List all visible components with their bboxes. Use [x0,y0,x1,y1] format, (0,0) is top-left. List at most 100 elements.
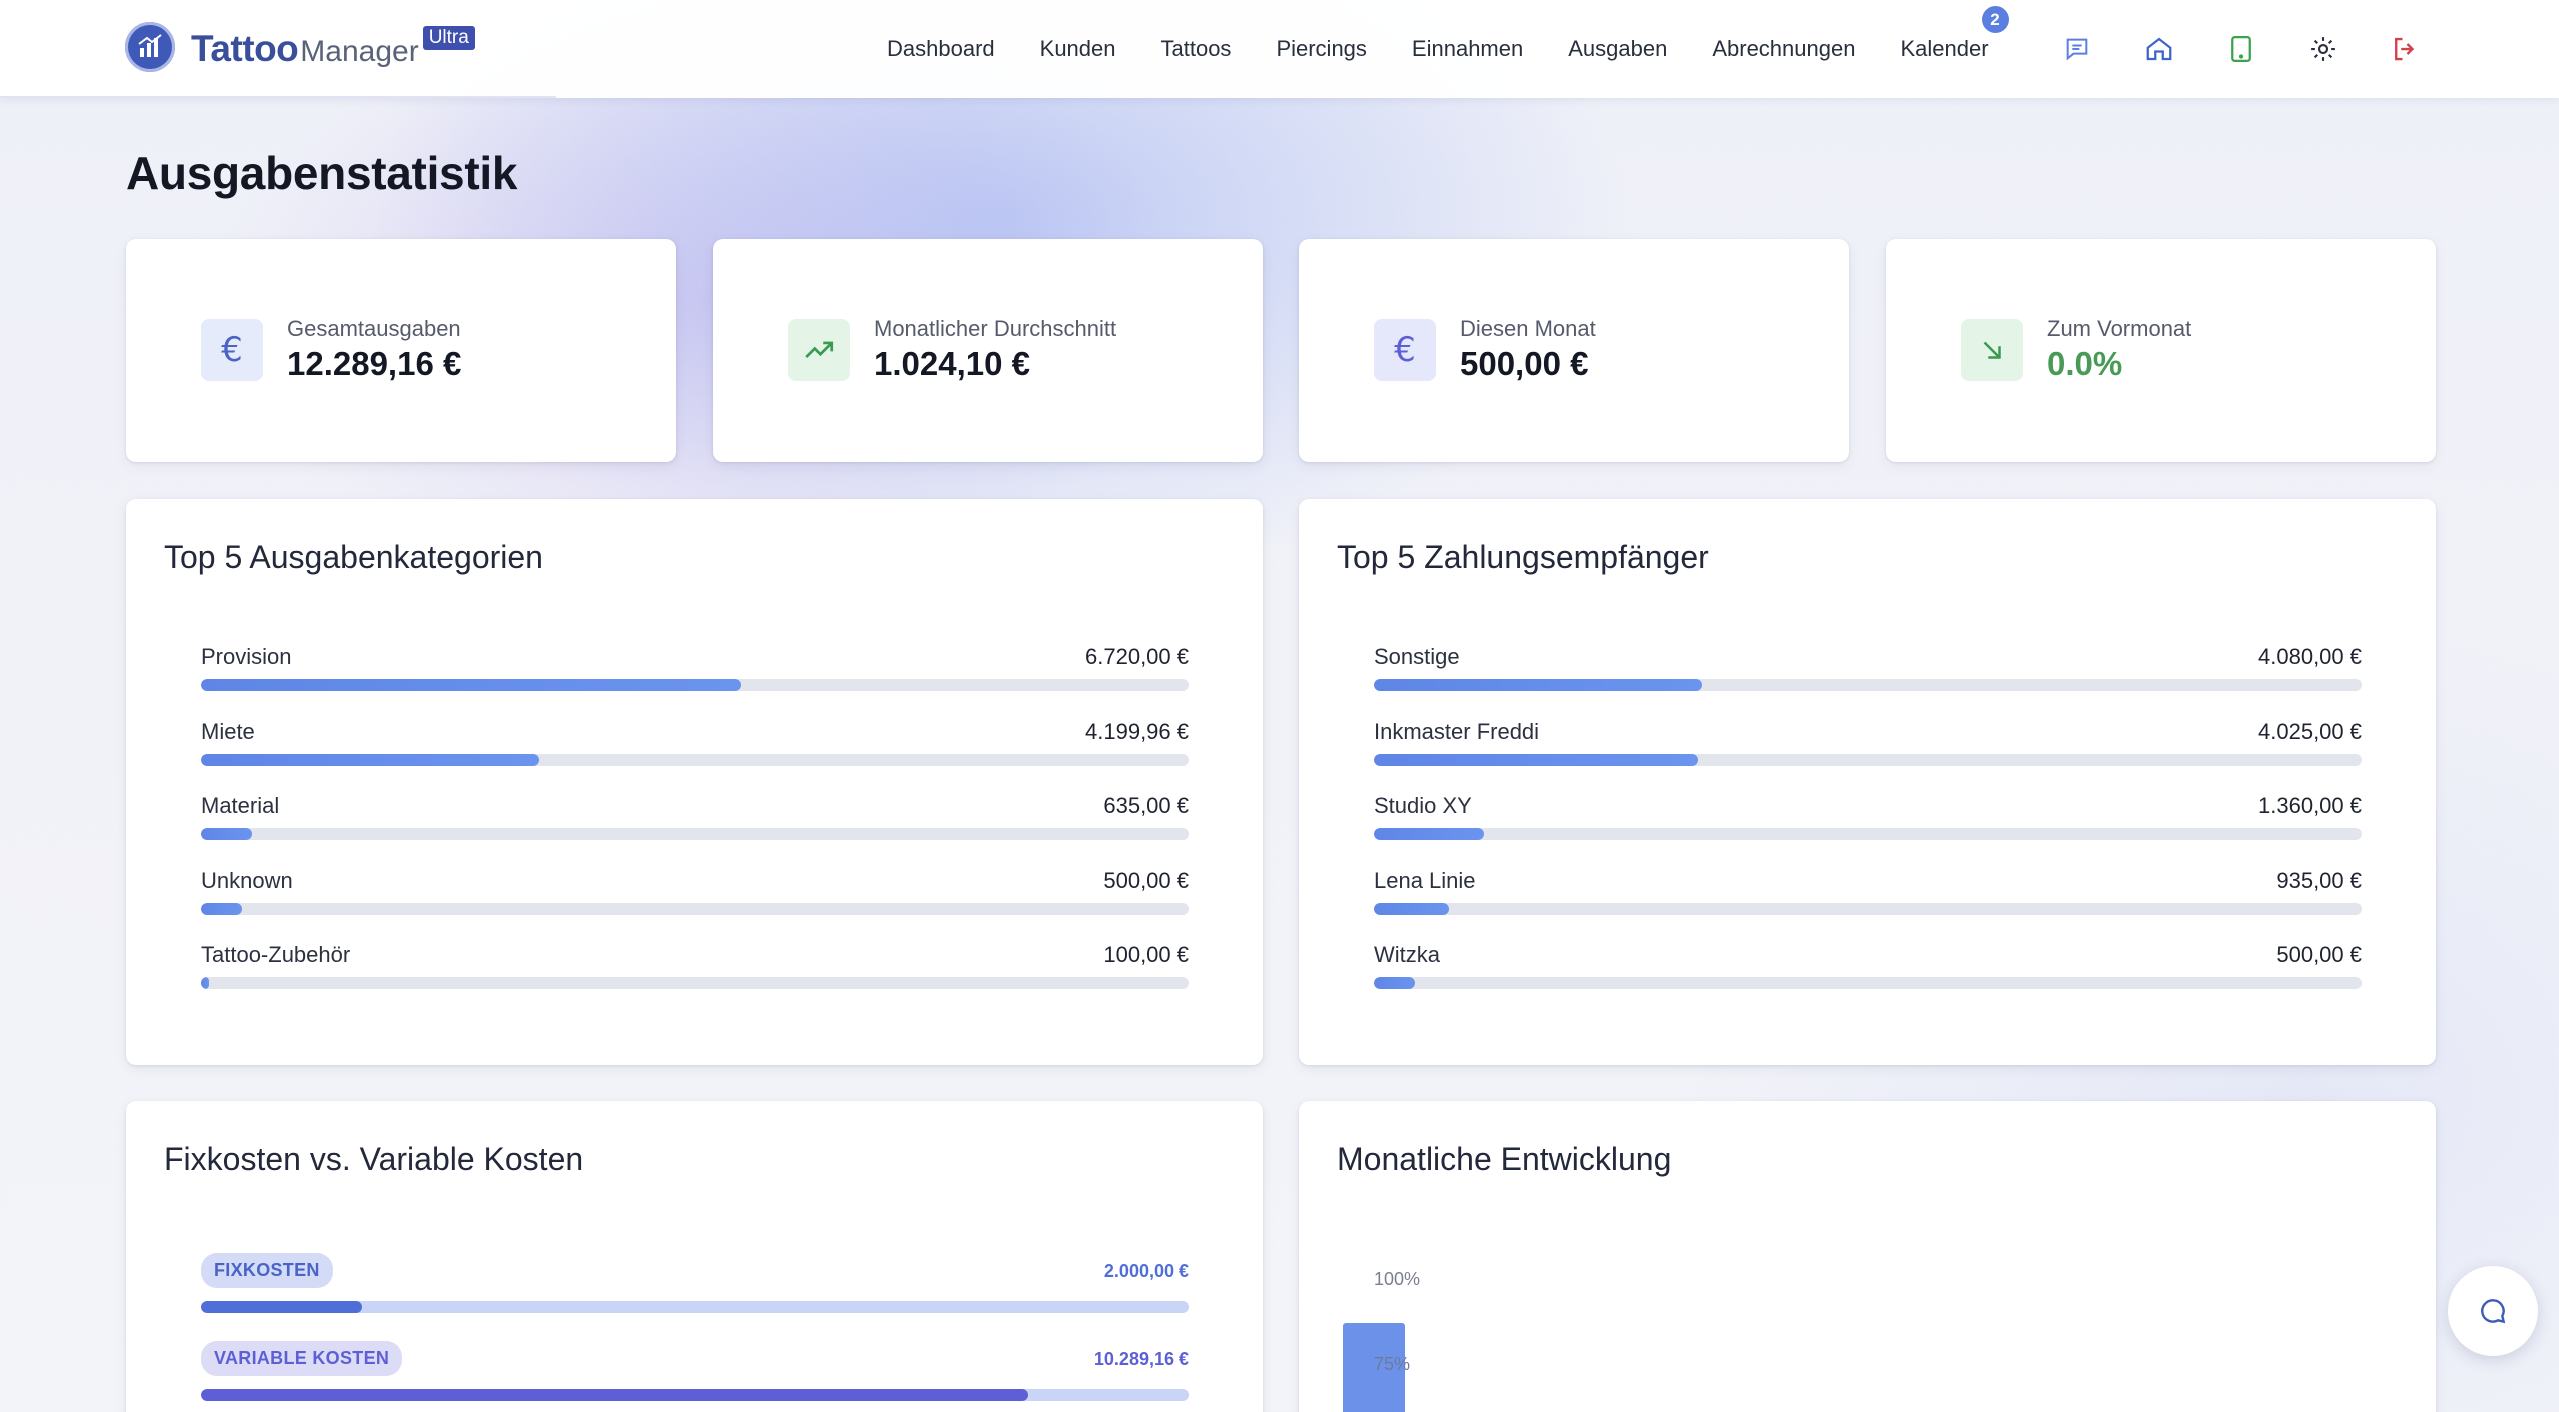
stat-card-previous-month: Zum Vormonat 0.0% [1886,239,2436,462]
progress-fill [201,753,539,766]
kalender-count-badge: 2 [1981,6,2009,33]
panel-title: Top 5 Ausgabenkategorien [164,539,543,575]
progress-track [1374,828,2362,840]
row-label: Inkmaster Freddi [1374,718,1540,744]
y-axis-tick: 75% [1374,1354,1411,1374]
row-label: Unknown [201,867,293,893]
top-categories-panel: Top 5 Ausgabenkategorien Provision 6.720,… [126,499,1263,1065]
row-value: 935,00 € [2276,867,2362,893]
progress-fill [1374,679,1703,691]
top-recipients-panel: Top 5 Zahlungsempfänger Sonstige 4.080,00… [1299,499,2436,1065]
panel-title: Fixkosten vs. Variable Kosten [164,1141,584,1177]
progress-track [201,902,1189,915]
stat-card-total: € Gesamtausgaben 12.289,16 € [126,239,676,462]
home-icon[interactable] [2142,32,2176,66]
fixed-costs-value: 2.000,00 € [1103,1261,1189,1281]
row-label: Lena Linie [1374,867,1476,893]
trending-up-icon [788,319,850,381]
nav-item-einnahmen[interactable]: Einnahmen [1412,36,1523,62]
monthly-development-panel: Monatliche Entwicklung 100% 75% [1299,1101,2436,1412]
stat-label: Gesamtausgaben [287,316,461,341]
progress-track [201,753,1189,766]
page-title: Ausgabenstatistik [126,147,518,199]
row-value: 500,00 € [2276,942,2362,967]
row-label: Provision [201,644,292,669]
y-axis-tick: 100% [1374,1269,1421,1289]
progress-track [201,828,1189,840]
progress-track [201,679,1189,691]
recipient-row: Studio XY 1.360,00 € [1374,793,2362,843]
row-value: 1.360,00 € [2258,793,2362,818]
logo-sub-text: Manager [300,35,419,68]
logout-icon[interactable] [2388,32,2422,66]
row-value: 6.720,00 € [1085,644,1189,669]
fixed-costs-track [201,1301,1189,1313]
logo-chart-icon [125,22,175,72]
stat-label: Zum Vormonat [2047,316,2192,341]
progress-fill [1374,977,1415,989]
panel-title: Top 5 Zahlungsempfänger [1337,539,1709,575]
progress-fill [1374,753,1699,766]
row-value: 500,00 € [1103,867,1189,893]
nav-item-ausgaben[interactable]: Ausgaben [1568,36,1667,62]
app-logo[interactable]: Tattoo Manager Ultra [125,22,475,72]
logo-main-text: Tattoo [191,28,299,69]
nav-item-kalender[interactable]: Kalender 2 [1900,6,2009,62]
chat-button[interactable] [2448,1266,2538,1356]
tablet-icon[interactable] [2224,32,2258,66]
stat-label: Monatlicher Durchschnitt [874,316,1117,341]
progress-fill [201,902,242,915]
progress-track [1374,753,2362,766]
nav-item-dashboard[interactable]: Dashboard [887,36,995,62]
header-accent-line [0,96,556,98]
variable-costs-value: 10.289,16 € [1093,1349,1189,1369]
logo-edition-badge: Ultra [422,26,475,50]
nav-item-piercings[interactable]: Piercings [1276,36,1366,62]
variable-costs-row: VARIABLE KOSTEN 10.289,16 € [201,1341,1189,1411]
panel-title: Monatliche Entwicklung [1337,1141,1672,1177]
stat-value: 12.289,16 € [287,345,462,382]
category-row: Miete 4.199,96 € [201,719,1189,769]
euro-icon: € [201,319,263,381]
nav-item-abrechnungen[interactable]: Abrechnungen [1712,36,1855,62]
progress-track [201,977,1189,989]
recipient-row: Inkmaster Freddi 4.025,00 € [1374,719,2362,769]
fixed-vs-variable-panel: Fixkosten vs. Variable Kosten FIXKOSTEN … [126,1101,1263,1412]
row-value: 100,00 € [1103,942,1189,967]
variable-costs-track [201,1389,1189,1401]
stat-value: 1.024,10 € [874,345,1030,382]
progress-track [1374,679,2362,691]
row-value: 4.080,00 € [2258,644,2362,669]
row-value: 4.199,96 € [1085,718,1189,744]
row-value: 4.025,00 € [2258,718,2362,744]
recipient-row: Witzka 500,00 € [1374,942,2362,992]
stat-label: Diesen Monat [1460,316,1596,341]
progress-fill [201,679,742,691]
stat-card-this-month: € Diesen Monat 500,00 € [1299,239,1849,462]
row-label: Tattoo-Zubehör [201,942,351,967]
messages-icon[interactable] [2060,32,2094,66]
nav-item-kalender-label: Kalender [1900,36,1989,61]
stat-value: 0.0% [2047,345,2123,382]
main-nav: Dashboard Kunden Tattoos Piercings Einna… [887,0,2034,98]
nav-item-tattoos[interactable]: Tattoos [1161,36,1232,62]
arrow-down-right-icon [1961,319,2023,381]
row-label: Material [201,793,280,818]
progress-fill [201,828,253,840]
settings-gear-icon[interactable] [2306,32,2340,66]
progress-fill [201,977,209,989]
category-row: Material 635,00 € [201,793,1189,843]
row-label: Studio XY [1374,793,1472,818]
progress-fill [1374,902,1450,915]
progress-fill [1374,828,1484,840]
stat-value: 500,00 € [1460,345,1589,382]
row-label: Witzka [1374,942,1440,967]
fixed-costs-row: FIXKOSTEN 2.000,00 € [201,1253,1189,1323]
recipient-row: Sonstige 4.080,00 € [1374,644,2362,694]
category-row: Provision 6.720,00 € [201,644,1189,694]
variable-costs-pill: VARIABLE KOSTEN [201,1341,403,1376]
nav-item-kunden[interactable]: Kunden [1040,36,1116,62]
row-value: 635,00 € [1103,793,1189,818]
category-row: Unknown 500,00 € [201,868,1189,918]
euro-icon: € [1374,319,1436,381]
